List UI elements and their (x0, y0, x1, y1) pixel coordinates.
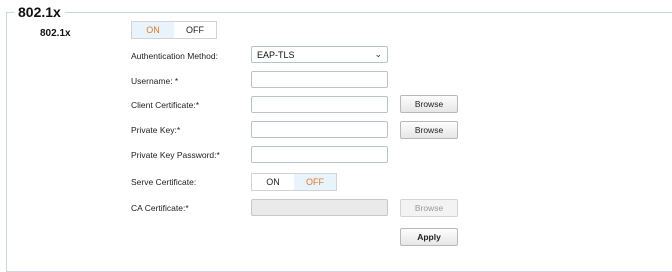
auth-method-label: Authentication Method: (131, 51, 218, 61)
serve-certificate-off-option[interactable]: OFF (294, 174, 336, 190)
username-label: Username: * (131, 76, 179, 86)
private-key-password-input[interactable] (251, 146, 388, 163)
chevron-down-icon: ⌄ (374, 49, 382, 59)
auth-method-value: EAP-TLS (257, 49, 295, 60)
serve-certificate-on-option[interactable]: ON (252, 174, 294, 190)
private-key-input[interactable] (251, 121, 388, 138)
fieldset-legend: 802.1x (14, 4, 65, 20)
ca-certificate-browse-button[interactable]: Browse (400, 199, 458, 217)
dot1x-on-option[interactable]: ON (132, 22, 174, 38)
private-key-label: Private Key:* (131, 125, 181, 135)
private-key-password-label: Private Key Password:* (131, 150, 220, 160)
section-label: 802.1x (40, 28, 71, 39)
auth-method-select[interactable]: EAP-TLS ⌄ (251, 46, 388, 63)
dot1x-off-option[interactable]: OFF (174, 22, 216, 38)
serve-certificate-label: Serve Certificate: (131, 177, 197, 187)
dot1x-toggle: ON OFF (131, 21, 217, 39)
username-input[interactable] (251, 71, 388, 88)
private-key-browse-button[interactable]: Browse (400, 121, 458, 139)
client-certificate-browse-button[interactable]: Browse (400, 95, 458, 113)
ca-certificate-label: CA Certificate:* (131, 203, 189, 213)
client-certificate-label: Client Certificate:* (131, 100, 200, 110)
ca-certificate-input[interactable] (251, 199, 388, 216)
serve-certificate-toggle: ON OFF (251, 173, 337, 191)
apply-button[interactable]: Apply (400, 228, 458, 246)
client-certificate-input[interactable] (251, 96, 388, 113)
